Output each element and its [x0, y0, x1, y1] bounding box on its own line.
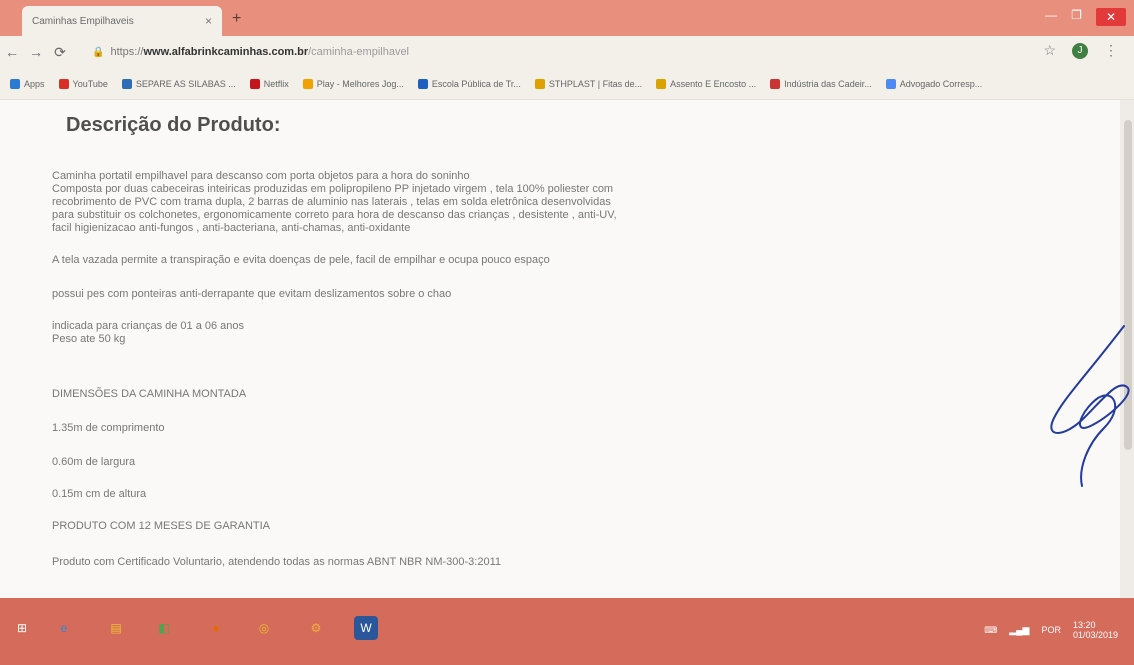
description-line: recobrimento de PVC com trama dupla, 2 b…: [52, 196, 611, 208]
browser-tab[interactable]: Caminhas Empilhaveis ×: [22, 6, 222, 36]
tape-icon: [534, 78, 545, 89]
bookmark-item-netflix[interactable]: Netflix: [249, 78, 289, 89]
toolbar-right: ☆ J ⋮: [1043, 42, 1118, 59]
warranty-text: PRODUTO COM 12 MESES DE GARANTIA: [52, 520, 271, 532]
bookmark-label: Apps: [24, 78, 45, 89]
clock[interactable]: 13:20 01/03/2019: [1073, 620, 1118, 640]
bookmark-item-separe[interactable]: SEPARE AS SILABAS ...: [121, 78, 236, 89]
bookmark-item-escola[interactable]: Escola Pública de Tr...: [417, 78, 521, 89]
browser-toolbar: ← → ⟳ 🔒 https:// www.alfabrinkcaminhas.c…: [0, 36, 1134, 68]
url-path: /caminha-empilhavel: [308, 46, 410, 58]
description-line: Composta por duas cabeceiras inteiricas …: [52, 183, 614, 195]
certificate-text: Produto com Certificado Voluntario, aten…: [52, 556, 502, 568]
file-explorer-icon[interactable]: ▤: [104, 616, 128, 640]
windows-taskbar: ⊞ e ▤ ◧ ● ◎ ⚙ W ⌨ ▂▄▆ POR 13:20 01/03/20…: [0, 598, 1134, 665]
description-line: indicada para crianças de 01 a 06 anos: [52, 320, 245, 332]
address-bar[interactable]: 🔒 https:// www.alfabrinkcaminhas.com.br …: [92, 40, 992, 64]
keyboard-icon[interactable]: ⌨: [984, 625, 997, 636]
settings-icon[interactable]: ⚙: [304, 616, 328, 640]
avatar[interactable]: J: [1072, 42, 1088, 59]
youtube-icon: [58, 78, 69, 89]
play-icon: [302, 78, 313, 89]
clock-date: 01/03/2019: [1072, 630, 1118, 640]
page-title: Descrição do Produto:: [66, 114, 281, 136]
forward-arrow-icon[interactable]: →: [24, 44, 48, 60]
window-controls: — ❐ ✕: [1045, 8, 1126, 26]
system-tray: ⌨ ▂▄▆ POR 13:20 01/03/2019: [984, 620, 1118, 640]
network-icon[interactable]: ▂▄▆: [1009, 625, 1029, 636]
url-host: www.alfabrinkcaminhas.com.br: [143, 46, 309, 58]
dimension-height: 0.15m cm de altura: [52, 488, 147, 500]
description-line: Peso ate 50 kg: [52, 333, 126, 345]
minimize-icon[interactable]: —: [1045, 8, 1057, 26]
bookmark-item-youtube[interactable]: YouTube: [58, 78, 108, 89]
bookmark-label: Netflix: [263, 78, 289, 89]
globe-icon: [121, 78, 132, 89]
bookmark-label: SEPARE AS SILABAS ...: [135, 78, 236, 89]
page-content: Descrição do Produto: Caminha portatil e…: [0, 100, 1134, 600]
tab-strip: Caminhas Empilhaveis × + — ❐ ✕: [0, 0, 1134, 36]
bookmark-item-play[interactable]: Play - Melhores Jog...: [302, 78, 404, 89]
lock-icon: 🔒: [92, 46, 105, 58]
bookmark-label: STHPLAST | Fitas de...: [548, 78, 643, 89]
dimension-width: 0.60m de largura: [52, 456, 136, 468]
bookmark-item-industria[interactable]: Indústria das Cadeir...: [770, 78, 872, 89]
windows-start-icon[interactable]: ⊞: [10, 616, 34, 640]
bookmark-item-advogado[interactable]: Advogado Corresp...: [885, 78, 983, 89]
factory-icon: [770, 78, 781, 89]
internet-explorer-icon[interactable]: e: [52, 616, 76, 640]
bookmark-label: Assento E Encosto ...: [670, 78, 757, 89]
language-indicator[interactable]: POR: [1041, 625, 1061, 635]
lawyer-icon: [885, 78, 896, 89]
more-vert-icon[interactable]: ⋮: [1104, 42, 1118, 59]
description-line: A tela vazada permite a transpiração e e…: [52, 254, 550, 266]
apps-icon: [10, 78, 20, 89]
back-arrow-icon[interactable]: ←: [0, 44, 24, 60]
chrome-icon[interactable]: ◎: [252, 616, 276, 640]
signature-stroke: [1050, 325, 1130, 487]
restore-icon[interactable]: ❐: [1071, 8, 1082, 26]
description-line: facil higienizacao anti-fungos , anti-ba…: [52, 222, 411, 234]
handwritten-signature: [1050, 325, 1130, 487]
bookmark-item-apps[interactable]: Apps: [10, 78, 45, 89]
dimension-length: 1.35m de comprimento: [52, 422, 165, 434]
firefox-icon[interactable]: ●: [204, 616, 228, 640]
url-prefix: https://: [110, 46, 144, 58]
reload-icon[interactable]: ⟳: [48, 44, 72, 61]
store-icon[interactable]: ◧: [152, 616, 176, 640]
dimensions-heading: DIMENSÕES DA CAMINHA MONTADA: [52, 388, 247, 400]
bookmark-label: Escola Pública de Tr...: [431, 78, 521, 89]
bookmark-label: Indústria das Cadeir...: [784, 78, 872, 89]
school-icon: [417, 78, 428, 89]
tab-title: Caminhas Empilhaveis: [32, 15, 134, 27]
word-icon[interactable]: W: [354, 616, 378, 640]
bookmark-label: YouTube: [72, 78, 108, 89]
seat-icon: [656, 78, 667, 89]
bookmarks-bar: Apps YouTube SEPARE AS SILABAS ... Netfl…: [0, 68, 1134, 100]
bookmark-label: Play - Melhores Jog...: [316, 78, 404, 89]
description-line: possui pes com ponteiras anti-derrapante…: [52, 288, 452, 300]
description-line: para substituir os colchonetes, ergonomi…: [52, 209, 617, 221]
close-window-icon[interactable]: ✕: [1095, 8, 1126, 26]
bookmark-label: Advogado Corresp...: [899, 78, 983, 89]
bookmark-item-sthplast[interactable]: STHPLAST | Fitas de...: [534, 78, 643, 89]
netflix-icon: [249, 78, 260, 89]
star-icon[interactable]: ☆: [1043, 42, 1056, 59]
new-tab-button[interactable]: +: [232, 10, 241, 28]
tab-close-icon[interactable]: ×: [205, 14, 212, 28]
bookmark-item-assento[interactable]: Assento E Encosto ...: [656, 78, 757, 89]
description-line: Caminha portatil empilhavel para descans…: [52, 170, 470, 182]
clock-time: 13:20: [1072, 620, 1096, 630]
